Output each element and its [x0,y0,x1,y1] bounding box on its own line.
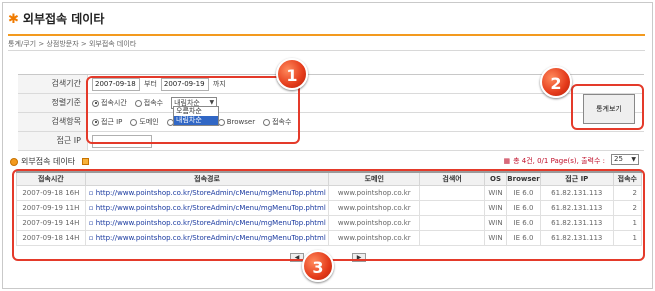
section-title: 외부접속 데이타 [10,156,90,167]
highlight-box-table [12,169,645,261]
star-icon: ✱ [8,12,19,27]
sort-label: 정렬기준 [18,94,88,112]
sort-order-dropdown: 오름차순 내림차순 [173,106,219,126]
ip-label: 접근 IP [18,132,88,150]
period-label: 검색기간 [18,75,88,93]
chevron-down-icon: ▼ [631,156,636,163]
bullet-icon [10,157,18,166]
help-icon[interactable] [82,158,90,165]
callout-number-2: 2 [540,66,572,98]
item-label: 검색항목 [18,113,88,131]
page-size-select[interactable]: 25 ▼ [611,154,639,165]
breadcrumb-divider [8,50,645,51]
dropdown-option-desc[interactable]: 내림차순 [174,116,218,125]
highlight-box-button [571,84,644,130]
result-summary: ▦ 총 4건, 0/1 Page(s), 출력수 : [503,157,605,165]
title-divider [8,34,645,36]
dropdown-option-asc[interactable]: 오름차순 [174,107,218,116]
grid-icon: ▦ [503,157,511,165]
page-title: ✱ 외부접속 데이타 [8,12,105,27]
callout-number-3: 3 [302,250,334,282]
breadcrumb: 통계/쿠기 > 상점방문자 > 외부접속 데이타 [8,40,137,48]
callout-number-1: 1 [276,58,308,90]
